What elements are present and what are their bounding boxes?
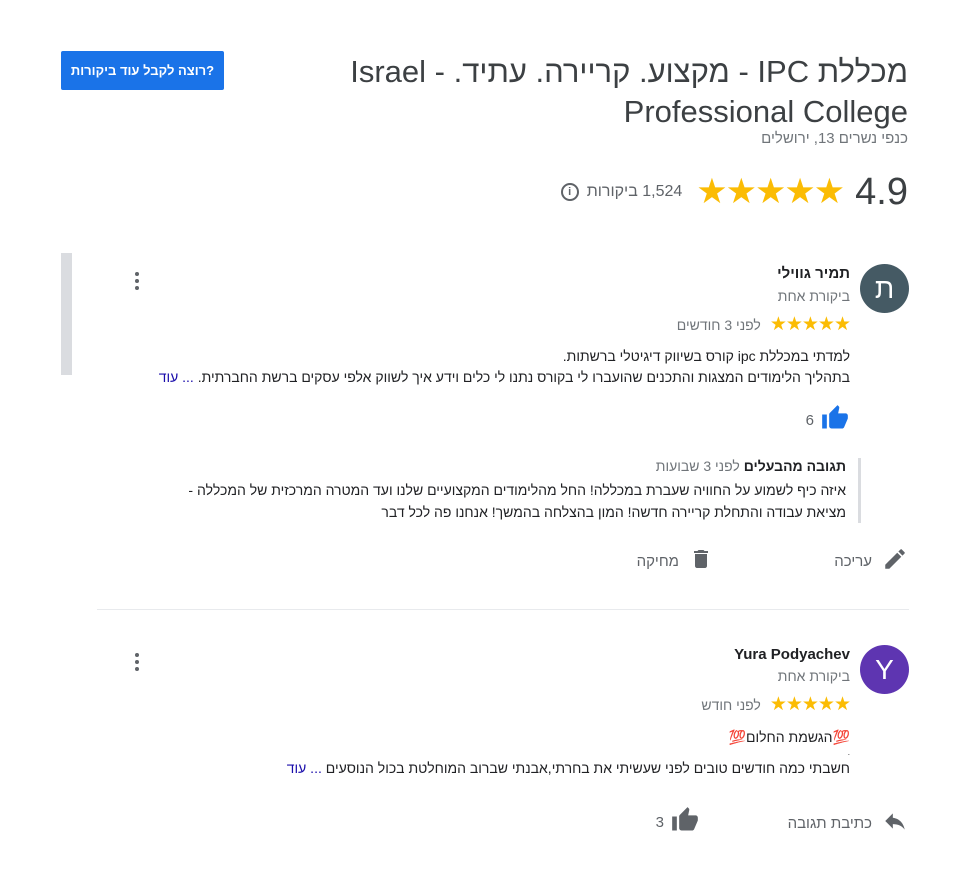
info-icon[interactable]: i: [560, 183, 579, 201]
like-button[interactable]: 3: [656, 806, 700, 839]
review-count-link[interactable]: 1,524 ביקורות: [587, 183, 683, 201]
get-more-reviews-button[interactable]: רוצה לקבל עוד ביקורות?: [61, 51, 224, 90]
owner-response-time: לפני 3 שבועות: [655, 458, 740, 474]
reply-label[interactable]: כתיבת תגובה: [788, 815, 872, 832]
reviewer-name[interactable]: תמיר גווילי: [777, 265, 850, 282]
review-text-line: בתהליך הלימודים המצגות והתכנים שהועברו ל…: [90, 367, 850, 388]
like-count: 3: [655, 814, 664, 831]
pencil-icon[interactable]: [882, 546, 908, 576]
delete-reply-button[interactable]: מחיקה: [637, 546, 713, 576]
reviewer-name[interactable]: Yura Podyachev: [734, 646, 850, 663]
read-more-link[interactable]: ... עוד: [287, 760, 322, 776]
review-text-line: חשבתי כמה חודשים טובים לפני שעשיתי את בח…: [90, 758, 850, 779]
rating-value: 4.9: [855, 170, 908, 213]
review-text-content: בתהליך הלימודים המצגות והתכנים שהועברו ל…: [197, 369, 850, 385]
page-title: מכללת IPC - מקצוע. קריירה. עתיד. - Israe…: [350, 54, 908, 129]
review-text-line: .: [847, 748, 850, 757]
more-options-icon[interactable]: [134, 272, 140, 290]
reviewer-review-count: ביקורת אחת: [777, 668, 850, 684]
trash-icon[interactable]: [689, 546, 713, 576]
owner-response-label: תגובה מהבעלים: [743, 458, 846, 474]
owner-response-line: מציאת עבודה והתחלת קריירה חדשה! המון בהצ…: [381, 504, 846, 520]
review-meta: ★★★★★ לפני 3 חודשים: [676, 313, 851, 336]
rating-stars: ★★★★★: [696, 172, 845, 211]
scroll-indicator: [61, 253, 72, 375]
review-text: למדתי במכללת ipc קורס בשיווק דיגיטלי ברש…: [90, 346, 850, 388]
owner-response-header: תגובה מהבעלים לפני 3 שבועות: [86, 458, 846, 474]
owner-response: תגובה מהבעלים לפני 3 שבועות איזה כיף לשמ…: [86, 458, 861, 523]
reply-arrow-icon[interactable]: [882, 808, 908, 838]
business-address: כנפי נשרים 13, ירושלים: [761, 130, 908, 147]
review-divider: [97, 609, 909, 610]
edit-label[interactable]: עריכה: [834, 553, 872, 570]
review-time: לפני 3 חודשים: [676, 316, 761, 333]
review-text-line: למדתי במכללת ipc קורס בשיווק דיגיטלי ברש…: [562, 348, 850, 364]
delete-label[interactable]: מחיקה: [637, 553, 679, 570]
avatar[interactable]: ת: [860, 264, 909, 313]
review-time: לפני חודש: [701, 696, 761, 713]
review-stars: ★★★★★: [769, 314, 851, 335]
review-text: 💯הגשמת החלום💯 . חשבתי כמה חודשים טובים ל…: [90, 727, 850, 779]
more-options-icon[interactable]: [134, 653, 140, 671]
edit-reply-button[interactable]: עריכה: [834, 546, 908, 576]
review-stars: ★★★★★: [769, 694, 851, 715]
reply-button[interactable]: כתיבת תגובה: [788, 808, 908, 838]
like-button[interactable]: 6: [806, 404, 850, 437]
owner-response-line: איזה כיף לשמוע על החוויה שעברת במכללה! ה…: [188, 482, 846, 498]
read-more-link[interactable]: ... עוד: [159, 369, 194, 385]
like-count: 6: [805, 412, 814, 429]
reviewer-review-count: ביקורת אחת: [777, 288, 850, 304]
review-meta: ★★★★★ לפני חודש: [701, 693, 851, 716]
avatar[interactable]: Y: [860, 645, 909, 694]
thumbs-up-icon[interactable]: [670, 806, 700, 839]
thumbs-up-icon[interactable]: [820, 404, 850, 437]
review-text-line: 💯הגשמת החלום💯: [728, 729, 850, 745]
owner-response-text: איזה כיף לשמוע על החוויה שעברת במכללה! ה…: [86, 479, 846, 523]
review-text-content: חשבתי כמה חודשים טובים לפני שעשיתי את בח…: [325, 760, 850, 776]
rating-summary: 4.9 ★★★★★ 1,524 ביקורות i: [560, 170, 908, 214]
